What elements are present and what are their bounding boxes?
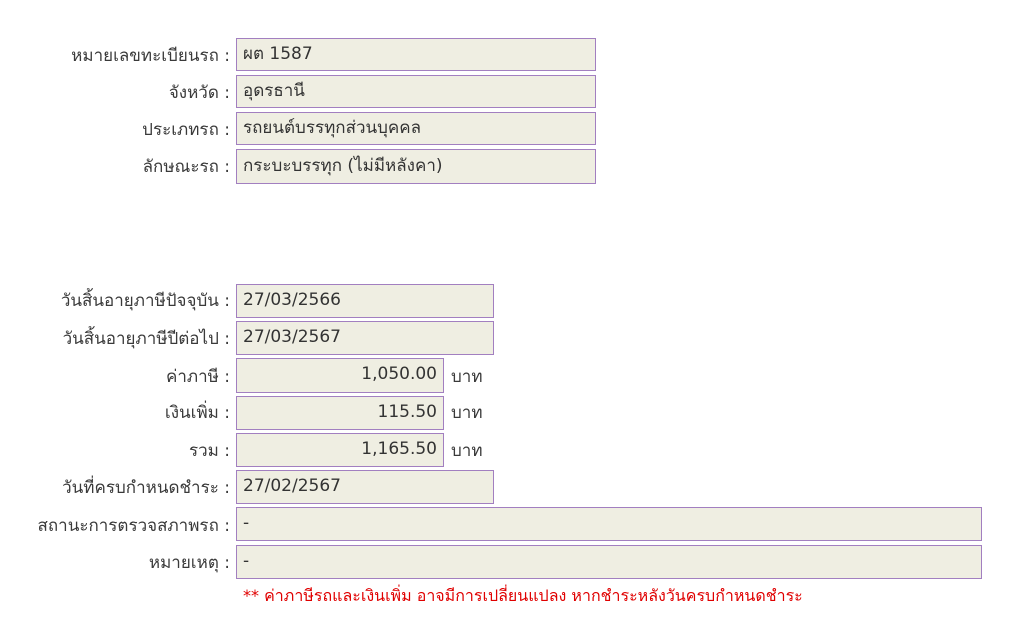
- next-expiry-field: 27/03/2567: [236, 321, 494, 355]
- surcharge-field: 115.50: [236, 396, 444, 430]
- tax-amount-label: ค่าภาษี :: [165, 367, 230, 387]
- province-field: อุดรธานี: [236, 75, 596, 108]
- tax-amount-unit: บาท: [451, 367, 483, 387]
- vehicle-type-label: ประเภทรถ :: [142, 120, 230, 140]
- vehicle-type-field: รถยนต์บรรทุกส่วนบุคคล: [236, 112, 596, 145]
- warning-note: ** ค่าภาษีรถและเงินเพิ่ม อาจมีการเปลี่ยน…: [243, 586, 803, 605]
- vehicle-style-label: ลักษณะรถ :: [142, 157, 230, 177]
- current-expiry-label: วันสิ้นอายุภาษีปัจจุบัน :: [60, 291, 230, 311]
- province-label: จังหวัด :: [168, 83, 230, 103]
- current-expiry-field: 27/03/2566: [236, 284, 494, 318]
- surcharge-unit: บาท: [451, 403, 483, 423]
- total-unit: บาท: [451, 441, 483, 461]
- total-label: รวม :: [188, 441, 230, 461]
- due-date-field: 27/02/2567: [236, 470, 494, 504]
- plate-field: ผต 1587: [236, 38, 596, 71]
- surcharge-label: เงินเพิ่ม :: [164, 403, 230, 423]
- remark-field: -: [236, 545, 982, 579]
- remark-label: หมายเหตุ :: [148, 553, 230, 573]
- plate-label: หมายเลขทะเบียนรถ :: [71, 46, 230, 66]
- total-field: 1,165.50: [236, 433, 444, 467]
- tax-amount-field: 1,050.00: [236, 358, 444, 393]
- vehicle-style-field: กระบะบรรทุก (ไม่มีหลังคา): [236, 149, 596, 184]
- inspection-status-label: สถานะการตรวจสภาพรถ :: [37, 516, 230, 536]
- inspection-status-field: -: [236, 507, 982, 541]
- due-date-label: วันที่ครบกำหนดชำระ :: [62, 478, 230, 498]
- next-expiry-label: วันสิ้นอายุภาษีปีต่อไป :: [62, 329, 230, 349]
